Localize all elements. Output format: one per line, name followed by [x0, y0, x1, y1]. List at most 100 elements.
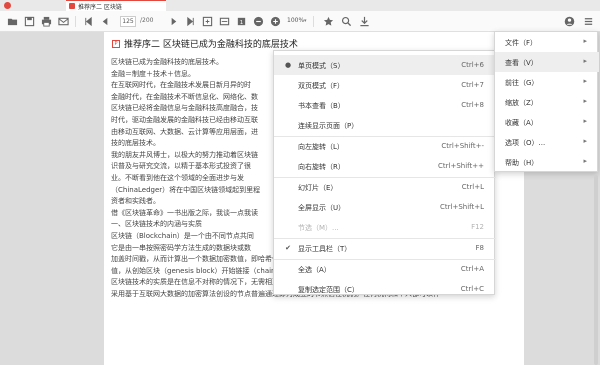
- toolbar-separator: [313, 16, 314, 27]
- radio-dot-icon: [284, 81, 292, 89]
- fit-width-icon[interactable]: [218, 15, 230, 27]
- radio-dot-icon: [284, 223, 292, 231]
- menu-item-shortcut: F8: [475, 244, 484, 252]
- menu-item[interactable]: 全屏显示（U） Ctrl+Shift+L: [274, 197, 496, 217]
- menu-item[interactable]: 双页模式（F） Ctrl+7: [274, 75, 496, 95]
- menu-item[interactable]: 全选（A） Ctrl+A: [274, 259, 496, 279]
- main-menu-item-label: 前往（G）: [505, 79, 539, 87]
- user-account-icon[interactable]: [563, 15, 575, 27]
- menu-item-label: 向右旋转（R）: [298, 163, 345, 171]
- tab-title: 推荐序二 区块链: [78, 3, 122, 11]
- vertical-scrollbar[interactable]: [594, 175, 598, 365]
- main-menu-item-label: 选项（O）...: [505, 139, 546, 147]
- menu-item-shortcut: Ctrl+7: [461, 81, 484, 89]
- page-total: /200: [140, 17, 154, 24]
- main-menu: 文件（F） ▸ 查看（V） ▸ 前往（G） ▸ 缩放（Z） ▸ 收藏（A） ▸ 选项（O）... ▸ 帮…: [494, 31, 599, 172]
- bookmark-star-icon[interactable]: [322, 15, 334, 27]
- radio-dot-icon: [284, 265, 292, 273]
- menu-item-shortcut: F12: [471, 223, 484, 231]
- toolbar: 125 /200 1 100% ▾: [0, 11, 600, 32]
- menu-item-label: 全屏显示（U）: [298, 204, 346, 212]
- menu-item-label: 全选（A）: [298, 266, 331, 274]
- radio-dot-icon: [284, 142, 292, 150]
- radio-dot-icon: [284, 203, 292, 211]
- chevron-down-icon: ▾: [304, 18, 307, 24]
- chevron-right-icon: ▸: [583, 37, 587, 45]
- main-menu-item-label: 收藏（A）: [505, 119, 538, 127]
- checkmark-icon: ✔: [285, 244, 291, 252]
- radio-dot-icon: ●: [284, 61, 292, 69]
- menu-item-label: 书本查看（B）: [298, 102, 345, 110]
- radio-dot-icon: [284, 285, 292, 293]
- main-menu-item[interactable]: 缩放（Z） ▸: [495, 92, 599, 112]
- menu-item[interactable]: 复制选定范围（C） Ctrl+C: [274, 279, 496, 299]
- menu-item-label: 显示工具栏（T）: [298, 245, 352, 253]
- menu-item-shortcut: Ctrl+Shift+-: [441, 142, 484, 150]
- menu-item-label: 节选（M）...: [298, 224, 339, 232]
- app-logo-icon: [4, 2, 11, 9]
- radio-dot-icon: [284, 101, 292, 109]
- main-menu-item-label: 缩放（Z）: [505, 99, 538, 107]
- menu-item[interactable]: 书本查看（B） Ctrl+8: [274, 95, 496, 115]
- main-menu-item[interactable]: 帮助（H） ▸: [495, 152, 599, 172]
- menu-item-shortcut: Ctrl+A: [460, 265, 484, 273]
- menu-item[interactable]: 连续显示页面（P）: [274, 115, 496, 135]
- main-menu-icon[interactable]: [582, 15, 594, 27]
- menu-item-label: 双页模式（F）: [298, 82, 345, 90]
- menu-item-label: 连续显示页面（P）: [298, 122, 359, 130]
- search-icon[interactable]: [340, 15, 352, 27]
- pdf-icon: P: [112, 40, 120, 48]
- first-page-icon[interactable]: [82, 15, 94, 27]
- next-page-icon[interactable]: [167, 15, 179, 27]
- main-menu-item-label: 查看（V）: [505, 59, 538, 67]
- chevron-right-icon: ▸: [583, 77, 587, 85]
- tab-bar: 推荐序二 区块链: [0, 0, 600, 11]
- email-icon[interactable]: [57, 15, 69, 27]
- main-menu-item-label: 文件（F）: [505, 39, 538, 47]
- menu-item[interactable]: 向左旋转（L） Ctrl+Shift+-: [274, 136, 496, 156]
- menu-item-shortcut: Ctrl+8: [461, 101, 484, 109]
- zoom-level-select[interactable]: 100%: [287, 17, 304, 24]
- radio-dot-icon: [284, 121, 292, 129]
- main-menu-item[interactable]: 收藏（A） ▸: [495, 112, 599, 132]
- menu-item-label: 向左旋转（L）: [298, 143, 344, 151]
- chevron-right-icon: ▸: [583, 157, 587, 165]
- open-folder-icon[interactable]: [6, 15, 18, 27]
- page-number-input[interactable]: 125: [120, 16, 136, 27]
- menu-item-shortcut: Ctrl+6: [461, 61, 484, 69]
- last-page-icon[interactable]: [184, 15, 196, 27]
- main-menu-item[interactable]: 文件（F） ▸: [495, 32, 599, 52]
- chevron-right-icon: ▸: [583, 97, 587, 105]
- page-title: 推荐序二 区块链已成为金融科技的底层技术: [124, 40, 298, 50]
- toolbar-separator: [75, 16, 76, 27]
- print-icon[interactable]: [40, 15, 52, 27]
- menu-item-label: 单页模式（S）: [298, 62, 345, 70]
- main-menu-item[interactable]: 选项（O）... ▸: [495, 132, 599, 152]
- tab-document[interactable]: 推荐序二 区块链: [66, 0, 166, 11]
- zoom-in-icon[interactable]: [269, 15, 281, 27]
- zoom-out-icon[interactable]: [252, 15, 264, 27]
- chevron-right-icon: ▸: [583, 137, 587, 145]
- view-submenu: ● 单页模式（S） Ctrl+6 双页模式（F） Ctrl+7 书本查看（B） Ctrl+8…: [273, 50, 496, 295]
- download-icon[interactable]: [358, 15, 370, 27]
- svg-text:1: 1: [239, 19, 243, 25]
- actual-size-icon[interactable]: 1: [235, 15, 247, 27]
- menu-item-label: 复制选定范围（C）: [298, 286, 359, 294]
- fit-page-icon[interactable]: [201, 15, 213, 27]
- menu-item[interactable]: 向右旋转（R） Ctrl+Shift++: [274, 156, 496, 176]
- main-menu-item-label: 帮助（H）: [505, 159, 539, 167]
- chevron-right-icon: ▸: [583, 117, 587, 125]
- menu-item[interactable]: 幻灯片（E） Ctrl+L: [274, 177, 496, 197]
- radio-dot-icon: [284, 183, 292, 191]
- previous-page-icon[interactable]: [99, 15, 111, 27]
- menu-item-shortcut: Ctrl+L: [461, 183, 484, 191]
- menu-item[interactable]: ✔ 显示工具栏（T） F8: [274, 238, 496, 258]
- menu-item[interactable]: ● 单页模式（S） Ctrl+6: [274, 55, 496, 75]
- menu-item-shortcut: Ctrl+Shift++: [438, 162, 484, 170]
- menu-item-label: 幻灯片（E）: [298, 184, 338, 192]
- pdf-icon: [69, 3, 75, 9]
- chevron-right-icon: ▸: [583, 57, 587, 65]
- main-menu-item[interactable]: 前往（G） ▸: [495, 72, 599, 92]
- save-icon[interactable]: [23, 15, 35, 27]
- main-menu-item[interactable]: 查看（V） ▸: [495, 52, 599, 72]
